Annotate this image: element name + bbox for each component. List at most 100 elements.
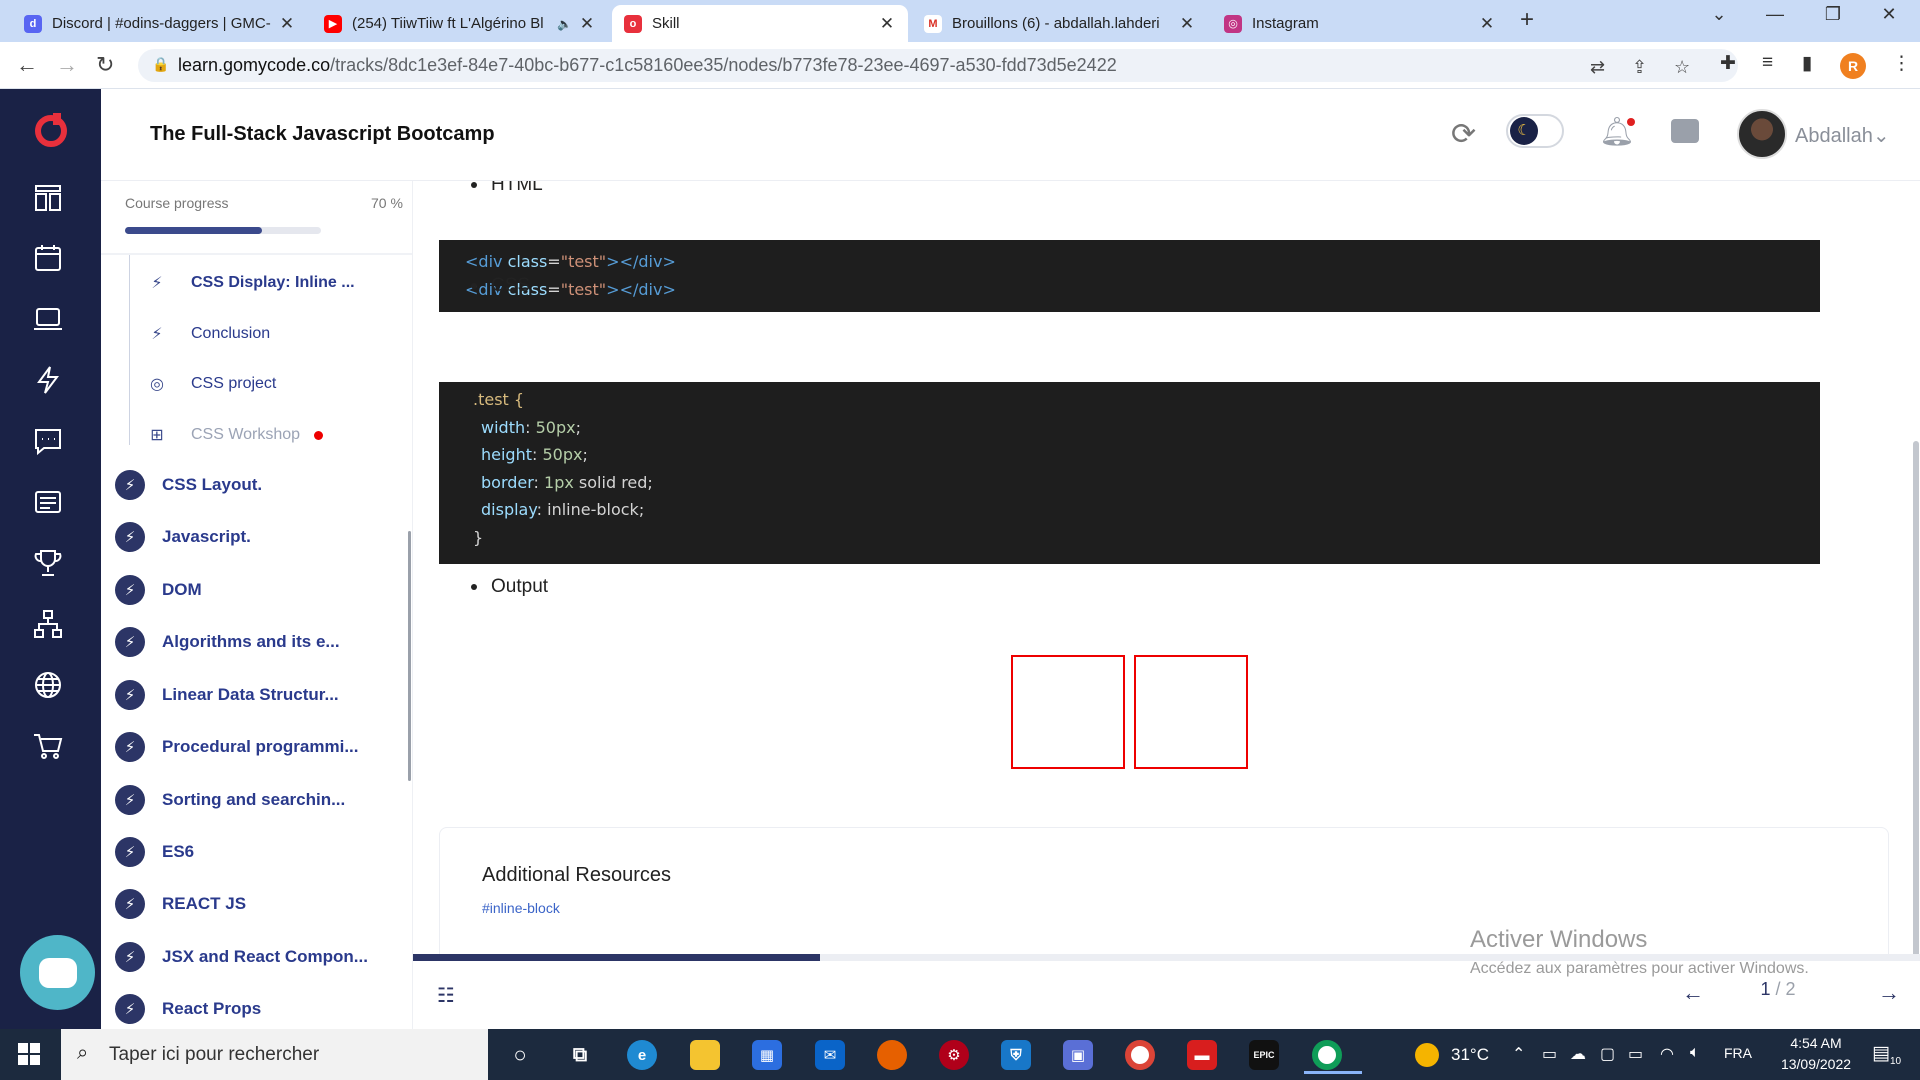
- task-view-icon[interactable]: ⧉: [565, 1040, 595, 1070]
- language-indicator[interactable]: FRA: [1724, 1045, 1752, 1061]
- chrome-icon[interactable]: [1125, 1040, 1155, 1070]
- extensions-icon[interactable]: ✚: [1720, 52, 1736, 75]
- notification-center-icon[interactable]: ▤10: [1872, 1042, 1901, 1067]
- trophy-icon[interactable]: [29, 544, 67, 582]
- security-app-icon[interactable]: ⚙: [939, 1040, 969, 1070]
- chapter-item[interactable]: ⚡︎ CSS Layout.: [115, 470, 262, 500]
- battery-icon[interactable]: ▭: [1628, 1044, 1643, 1064]
- sidebar-scrollbar[interactable]: [408, 531, 411, 781]
- laptop-icon[interactable]: [29, 300, 67, 338]
- chapter-item[interactable]: ⚡︎ DOM: [115, 575, 202, 605]
- refresh-icon[interactable]: ⟳: [1451, 117, 1476, 152]
- sidebar-item-css-display-inline[interactable]: ⚡︎ CSS Display: Inline ...: [145, 271, 354, 295]
- tab-skill[interactable]: o Skill ✕: [612, 5, 908, 42]
- user-menu[interactable]: Abdallah⌄: [1795, 123, 1890, 148]
- epic-games-icon[interactable]: EPIC: [1249, 1040, 1279, 1070]
- bolt-icon: ⚡︎: [115, 627, 145, 657]
- volume-icon[interactable]: 🔈︎: [1690, 1044, 1700, 1062]
- dark-mode-toggle[interactable]: ☾: [1506, 114, 1564, 148]
- bolt-icon[interactable]: [29, 361, 67, 399]
- new-tab-button[interactable]: +: [1520, 6, 1534, 34]
- articles-icon[interactable]: [29, 483, 67, 521]
- minimize-button[interactable]: —: [1752, 4, 1798, 25]
- bolt-icon: ⚡︎: [115, 732, 145, 762]
- close-icon[interactable]: ✕: [278, 14, 296, 34]
- instagram-icon: ◎: [1224, 14, 1242, 33]
- forward-icon[interactable]: →: [56, 52, 78, 78]
- close-icon[interactable]: ✕: [578, 14, 596, 34]
- share-icon[interactable]: ⇪: [1632, 57, 1647, 78]
- chapter-item[interactable]: ⚡︎ JSX and React Compon...: [115, 942, 368, 972]
- tab-youtube[interactable]: ▶ (254) TiiwTiiw ft L'Algérino Bl 🔈 ✕: [312, 5, 608, 42]
- avatar[interactable]: [1737, 109, 1787, 159]
- chapter-item[interactable]: ⚡︎ React Props: [115, 994, 261, 1024]
- sidebar-item-css-project[interactable]: ◎ CSS project: [145, 372, 276, 396]
- translate-icon[interactable]: ⇄: [1590, 57, 1605, 78]
- chapter-item[interactable]: ⚡︎ Javascript.: [115, 522, 251, 552]
- media-control-icon[interactable]: ≡: [1762, 52, 1773, 74]
- code-line: height: 50px;: [481, 445, 588, 464]
- next-page-button[interactable]: →: [1861, 971, 1917, 1015]
- content-scrollbar[interactable]: [1913, 441, 1919, 961]
- watermark-subtitle: Accédez aux paramètres pour activer Wind…: [1470, 960, 1809, 977]
- sitemap-icon[interactable]: [29, 605, 67, 643]
- close-icon[interactable]: ✕: [1178, 14, 1196, 34]
- chapter-item[interactable]: ⚡︎ Linear Data Structur...: [115, 680, 339, 710]
- chapter-item[interactable]: ⚡︎ Sorting and searchin...: [115, 785, 345, 815]
- close-icon[interactable]: ✕: [878, 14, 896, 34]
- resource-tag-link[interactable]: #inline-block: [482, 900, 560, 916]
- tab-discord[interactable]: d Discord | #odins-daggers | GMC- ✕: [12, 5, 308, 42]
- onedrive-icon[interactable]: ☁: [1570, 1044, 1586, 1064]
- close-icon[interactable]: ✕: [1478, 14, 1496, 34]
- chapter-item[interactable]: ⚡︎ Procedural programmi...: [115, 732, 359, 762]
- meet-now-icon[interactable]: ▭: [1542, 1044, 1557, 1064]
- display-icon[interactable]: ▢: [1600, 1044, 1615, 1064]
- chat-icon[interactable]: [29, 422, 67, 460]
- firefox-icon[interactable]: [877, 1040, 907, 1070]
- file-explorer-icon[interactable]: [690, 1040, 720, 1070]
- windows-start-button[interactable]: [18, 1043, 40, 1065]
- microsoft-store-icon[interactable]: ▦: [752, 1040, 782, 1070]
- weather-widget[interactable]: 31°C: [1415, 1043, 1489, 1067]
- clock[interactable]: 4:54 AM 13/09/2022: [1770, 1033, 1862, 1075]
- tab-title: Discord | #odins-daggers | GMC-: [52, 15, 271, 32]
- cortana-icon[interactable]: ○: [505, 1040, 535, 1070]
- wifi-icon[interactable]: ◠: [1660, 1044, 1674, 1064]
- calendar-icon[interactable]: [29, 239, 67, 277]
- support-chat-button[interactable]: [20, 935, 95, 1010]
- tab-gmail[interactable]: M Brouillons (6) - abdallah.lahderi ✕: [912, 5, 1208, 42]
- globe-icon[interactable]: [29, 666, 67, 704]
- taskbar-search[interactable]: ⌕ Taper ici pour rechercher: [61, 1029, 488, 1080]
- chapter-item[interactable]: ⚡︎ Algorithms and its e...: [115, 627, 340, 657]
- cart-icon[interactable]: [29, 727, 67, 765]
- lock-icon[interactable]: 🔒: [152, 56, 169, 73]
- menu-kebab-icon[interactable]: ⋮: [1892, 52, 1911, 75]
- dashboard-icon[interactable]: [29, 179, 67, 217]
- sidebar-item-conclusion[interactable]: ⚡︎ Conclusion: [145, 322, 270, 346]
- tab-instagram[interactable]: ◎ Instagram ✕: [1212, 5, 1508, 42]
- gomycode-logo[interactable]: [33, 111, 69, 147]
- sidebar-item-css-workshop[interactable]: ⊞ CSS Workshop: [145, 423, 324, 447]
- speaker-icon[interactable]: 🔈: [557, 17, 572, 31]
- shield-app-icon[interactable]: ⛨: [1001, 1040, 1031, 1070]
- maximize-button[interactable]: ❐: [1810, 4, 1856, 25]
- bookmark-star-icon[interactable]: ☆: [1674, 57, 1690, 78]
- table-of-contents-icon[interactable]: ☷: [437, 983, 455, 1008]
- remote-app-icon[interactable]: ▣: [1063, 1040, 1093, 1070]
- window-close-button[interactable]: ✕: [1866, 4, 1912, 25]
- messages-icon[interactable]: [1671, 119, 1699, 143]
- chapter-item[interactable]: ⚡︎ REACT JS: [115, 889, 246, 919]
- address-bar[interactable]: 🔒 learn.gomycode.co/tracks/8dc1e3ef-84e7…: [138, 49, 1738, 82]
- reload-icon[interactable]: ↻: [96, 52, 114, 78]
- mail-icon[interactable]: ✉: [815, 1040, 845, 1070]
- back-icon[interactable]: ←: [16, 52, 38, 78]
- chapter-item[interactable]: ⚡︎ ES6: [115, 837, 194, 867]
- bullet-output: Output: [471, 576, 548, 598]
- chevron-up-icon[interactable]: ⌃: [1512, 1044, 1525, 1064]
- side-panel-icon[interactable]: ▮: [1802, 52, 1812, 75]
- profile-avatar[interactable]: R: [1840, 53, 1866, 79]
- chrome-profile-icon[interactable]: [1304, 1040, 1362, 1074]
- media-app-icon[interactable]: ▬: [1187, 1040, 1217, 1070]
- edge-icon[interactable]: e: [627, 1040, 657, 1070]
- tab-search-icon[interactable]: ⌄: [1696, 4, 1742, 25]
